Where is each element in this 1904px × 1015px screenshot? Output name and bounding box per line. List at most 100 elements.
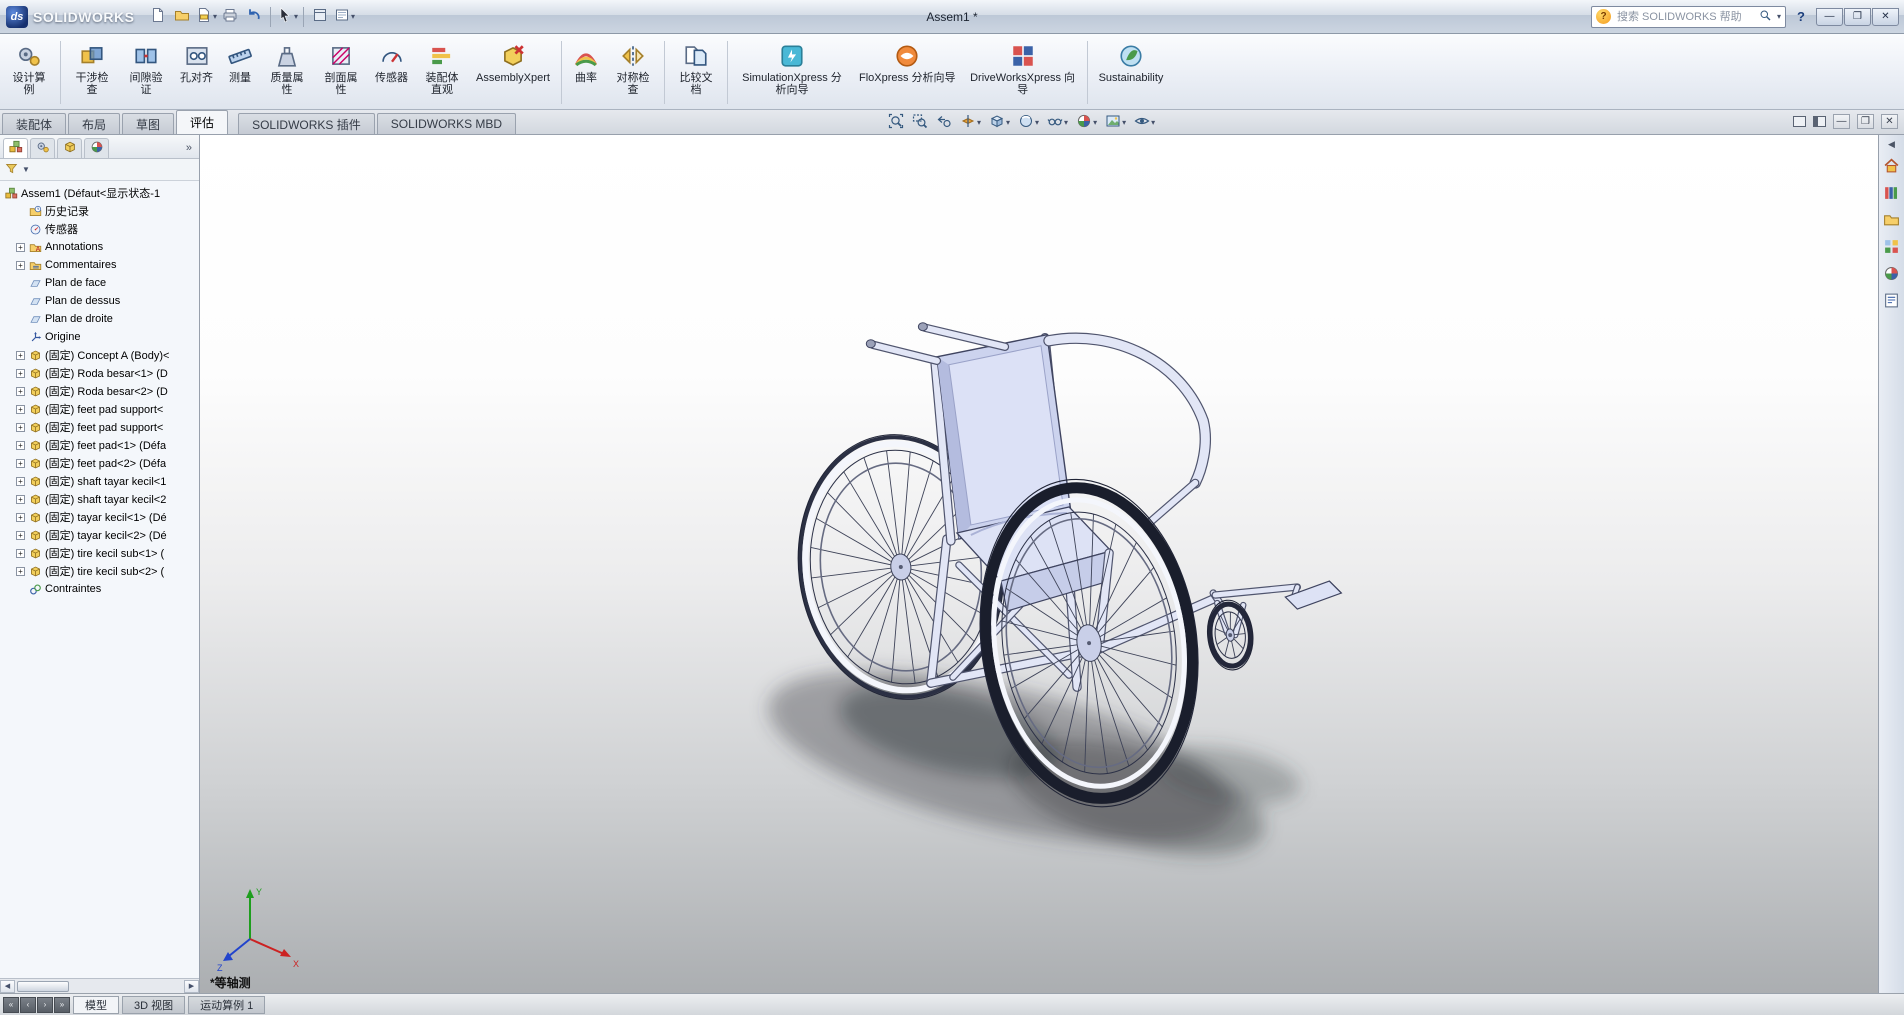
expand-icon[interactable]: + bbox=[16, 477, 25, 486]
dropdown-icon[interactable]: ▾ bbox=[1093, 118, 1097, 127]
expand-icon[interactable]: + bbox=[16, 495, 25, 504]
expand-icon[interactable]: + bbox=[16, 351, 25, 360]
tree-item[interactable]: +(固定) tire kecil sub<1> ( bbox=[0, 544, 199, 562]
custom-properties-button[interactable] bbox=[1881, 291, 1902, 312]
propertymanager-tab[interactable] bbox=[30, 138, 55, 158]
scroll-track[interactable] bbox=[15, 980, 184, 993]
ribbon-button-assembly-visualization[interactable]: 装配体直观 bbox=[416, 37, 468, 108]
solidworks-resources-button[interactable] bbox=[1881, 156, 1902, 177]
apply-scene-button[interactable]: ▾ bbox=[1102, 112, 1129, 132]
select-tool-button[interactable]: ▾ bbox=[275, 5, 299, 29]
tree-item[interactable]: +Contraintes bbox=[0, 580, 199, 598]
zoom-to-fit-button[interactable] bbox=[885, 112, 907, 132]
ribbon-button-simulationxpress[interactable]: SimulationXpress 分析向导 bbox=[733, 37, 851, 108]
ribbon-button-hole-alignment[interactable]: 孔对齐 bbox=[174, 37, 219, 108]
hide-show-items-button[interactable]: ▾ bbox=[1044, 112, 1071, 132]
expand-icon[interactable]: + bbox=[16, 243, 25, 252]
display-options-button[interactable]: ▾ bbox=[332, 5, 356, 29]
jump-first-button[interactable]: « bbox=[3, 997, 19, 1013]
search-input[interactable] bbox=[1615, 10, 1755, 24]
panel-chevron-icon[interactable]: » bbox=[182, 142, 196, 154]
expand-icon[interactable]: + bbox=[16, 423, 25, 432]
tab-布局[interactable]: 布局 bbox=[68, 113, 120, 134]
expand-icon[interactable]: + bbox=[16, 387, 25, 396]
ribbon-button-mass-properties[interactable]: 质量属性 bbox=[261, 37, 313, 108]
tree-item[interactable]: +(固定) shaft tayar kecil<2 bbox=[0, 490, 199, 508]
section-view-button[interactable]: ▾ bbox=[957, 112, 984, 132]
minimize-button[interactable]: — bbox=[1816, 8, 1843, 26]
expand-icon[interactable]: + bbox=[16, 261, 25, 270]
statusbar-tab-3D 视图[interactable]: 3D 视图 bbox=[122, 996, 185, 1014]
viewport-pane-split-icon[interactable] bbox=[1813, 116, 1826, 127]
scroll-right-icon[interactable]: ▶ bbox=[184, 980, 199, 993]
tree-item[interactable]: +Plan de dessus bbox=[0, 292, 199, 310]
ribbon-button-sensor[interactable]: 传感器 bbox=[369, 37, 414, 108]
design-library-button[interactable] bbox=[1881, 183, 1902, 204]
dropdown-icon[interactable]: ▾ bbox=[294, 12, 298, 21]
task-pane-expand-icon[interactable]: ◀ bbox=[1888, 139, 1895, 150]
dropdown-icon[interactable]: ▾ bbox=[1035, 118, 1039, 127]
tree-item[interactable]: +(固定) feet pad<1> (Défa bbox=[0, 436, 199, 454]
featuremanager-tab[interactable] bbox=[3, 138, 28, 158]
expand-icon[interactable]: + bbox=[16, 459, 25, 468]
view-palette-button[interactable] bbox=[1881, 237, 1902, 258]
help-search-box[interactable]: ? ▾ bbox=[1591, 6, 1786, 28]
tree-item[interactable]: +Plan de face bbox=[0, 274, 199, 292]
tree-item[interactable]: +(固定) Concept A (Body)< bbox=[0, 346, 199, 364]
tab-装配体[interactable]: 装配体 bbox=[2, 113, 66, 134]
expand-icon[interactable]: + bbox=[16, 441, 25, 450]
tab-草图[interactable]: 草图 bbox=[122, 113, 174, 134]
dropdown-icon[interactable]: ▾ bbox=[977, 118, 981, 127]
expand-icon[interactable]: + bbox=[16, 369, 25, 378]
graphics-viewport[interactable]: YXZ *等轴测 bbox=[200, 135, 1878, 993]
ribbon-button-compare-documents[interactable]: 比较文档 bbox=[670, 37, 722, 108]
tree-item[interactable]: +(固定) feet pad support< bbox=[0, 400, 199, 418]
new-document-button[interactable] bbox=[146, 5, 170, 29]
expand-icon[interactable]: + bbox=[16, 405, 25, 414]
filter-funnel-icon[interactable] bbox=[5, 162, 18, 178]
ribbon-button-driveworksxpress[interactable]: DriveWorksXpress 向导 bbox=[964, 37, 1082, 108]
appearances-scenes-button[interactable] bbox=[1881, 264, 1902, 285]
zoom-to-area-button[interactable] bbox=[909, 112, 931, 132]
expand-icon[interactable]: + bbox=[16, 549, 25, 558]
displaymanager-tab[interactable] bbox=[84, 138, 109, 158]
expand-icon[interactable]: + bbox=[16, 567, 25, 576]
scroll-left-icon[interactable]: ◀ bbox=[0, 980, 15, 993]
tree-item[interactable]: +Origine bbox=[0, 328, 199, 346]
tree-item[interactable]: +(固定) feet pad<2> (Défa bbox=[0, 454, 199, 472]
tree-item[interactable]: +(固定) Roda besar<1> (D bbox=[0, 364, 199, 382]
dropdown-icon[interactable]: ▾ bbox=[213, 12, 217, 21]
tab-SOLIDWORKS 插件[interactable]: SOLIDWORKS 插件 bbox=[238, 113, 375, 134]
search-dropdown-icon[interactable]: ▾ bbox=[1777, 12, 1781, 21]
make-drawing-button[interactable]: ▾ bbox=[194, 5, 218, 29]
edit-appearance-button[interactable]: ▾ bbox=[1073, 112, 1100, 132]
wheelchair-model[interactable] bbox=[200, 135, 1878, 993]
undo-button[interactable] bbox=[242, 5, 266, 29]
step-forward-button[interactable]: › bbox=[37, 997, 53, 1013]
search-icon[interactable] bbox=[1759, 9, 1772, 25]
configurationmanager-tab[interactable] bbox=[57, 138, 82, 158]
tree-item[interactable]: +(固定) tire kecil sub<2> ( bbox=[0, 562, 199, 580]
tree-item[interactable]: +(固定) feet pad support< bbox=[0, 418, 199, 436]
tree-item[interactable]: +Commentaires bbox=[0, 256, 199, 274]
tree-item[interactable]: +(固定) shaft tayar kecil<1 bbox=[0, 472, 199, 490]
filter-dropdown-icon[interactable]: ▼ bbox=[22, 165, 30, 174]
tree-item[interactable]: +历史记录 bbox=[0, 202, 199, 220]
viewport-pane-single-icon[interactable] bbox=[1793, 116, 1806, 127]
view-orientation-button[interactable]: ▾ bbox=[986, 112, 1013, 132]
ribbon-button-floxpress[interactable]: FloXpress 分析向导 bbox=[853, 37, 962, 108]
dropdown-icon[interactable]: ▾ bbox=[1122, 118, 1126, 127]
dropdown-icon[interactable]: ▾ bbox=[1064, 118, 1068, 127]
help-button[interactable]: ? bbox=[1791, 7, 1811, 27]
close-button[interactable]: ✕ bbox=[1872, 8, 1899, 26]
doc-restore-button[interactable]: ❐ bbox=[1857, 114, 1874, 129]
ribbon-button-assemblyxpert[interactable]: AssemblyXpert bbox=[470, 37, 556, 108]
tab-评估[interactable]: 评估 bbox=[176, 110, 228, 134]
screen-options-button[interactable] bbox=[308, 5, 332, 29]
jump-last-button[interactable]: » bbox=[54, 997, 70, 1013]
maximize-button[interactable]: ❐ bbox=[1844, 8, 1871, 26]
dropdown-icon[interactable]: ▾ bbox=[1006, 118, 1010, 127]
statusbar-tab-模型[interactable]: 模型 bbox=[73, 996, 119, 1014]
scroll-thumb[interactable] bbox=[17, 981, 69, 992]
expand-icon[interactable]: + bbox=[16, 513, 25, 522]
